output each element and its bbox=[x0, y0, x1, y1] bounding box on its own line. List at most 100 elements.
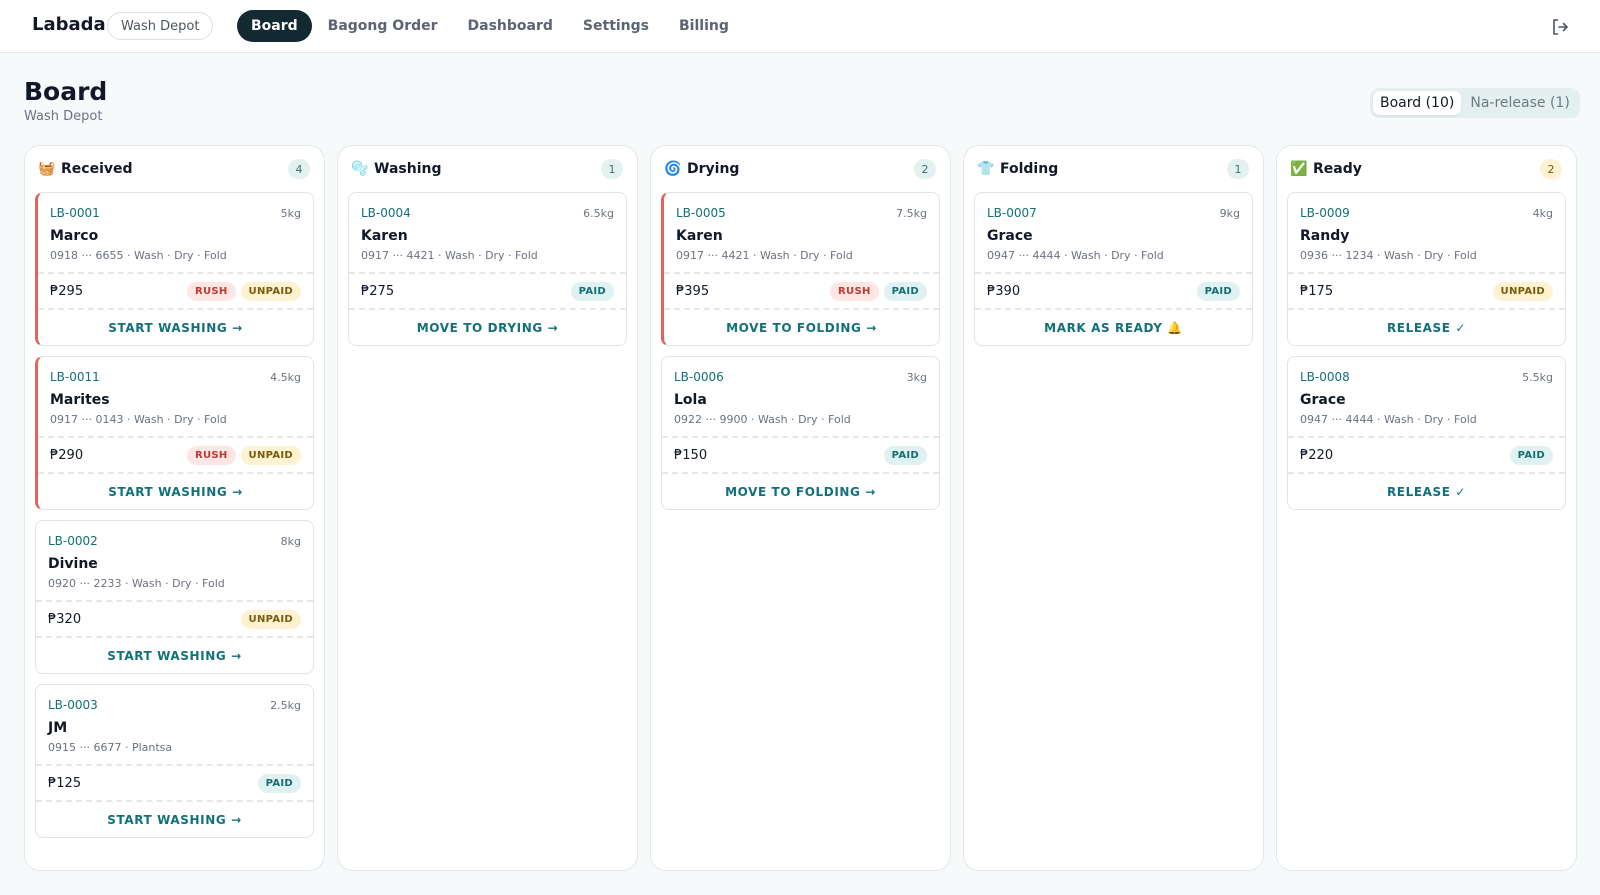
payment-status-badge[interactable]: PAID bbox=[257, 773, 301, 793]
shop-selector[interactable]: Wash Depot bbox=[107, 12, 214, 40]
payment-status-badge[interactable]: UNPAID bbox=[240, 445, 301, 465]
basket-icon: 🧺 bbox=[38, 161, 56, 177]
rush-badge: RUSH bbox=[186, 445, 236, 465]
nav-tab-billing[interactable]: Billing bbox=[665, 10, 743, 42]
nav-tab-dashboard[interactable]: Dashboard bbox=[454, 10, 567, 42]
order-meta: 0917 ··· 0143 · Wash · Dry · Fold bbox=[50, 413, 227, 426]
order-card[interactable]: LB-0009 4kg Randy 0936 ··· 1234 · Wash · Dr… bbox=[1287, 192, 1566, 346]
order-id[interactable]: LB-0011 bbox=[50, 370, 100, 384]
payment-status-badge[interactable]: PAID bbox=[1509, 445, 1553, 465]
order-meta: 0917 ··· 4421 · Wash · Dry · Fold bbox=[676, 249, 853, 262]
advance-status-button[interactable]: START WASHING → bbox=[38, 472, 313, 509]
order-id[interactable]: LB-0007 bbox=[987, 206, 1037, 220]
order-card[interactable]: LB-0007 9kg Grace 0947 ··· 4444 · Wash · Dr… bbox=[974, 192, 1253, 346]
order-weight: 2.5kg bbox=[270, 698, 301, 712]
order-card[interactable]: LB-0003 2.5kg JM 0915 ··· 6677 · Plantsa ₱12… bbox=[35, 684, 314, 838]
order-card[interactable]: LB-0002 8kg Divine 0920 ··· 2233 · Wash · D… bbox=[35, 520, 314, 674]
order-id[interactable]: LB-0001 bbox=[50, 206, 100, 220]
column-header: 👕 Folding 1 bbox=[974, 158, 1253, 180]
order-weight: 8kg bbox=[280, 534, 301, 548]
view-board-button[interactable]: Board (10) bbox=[1373, 91, 1462, 115]
rush-badge: RUSH bbox=[830, 281, 879, 301]
order-id[interactable]: LB-0008 bbox=[1300, 370, 1350, 384]
order-weight: 4.5kg bbox=[270, 370, 301, 384]
payment-status-badge[interactable]: UNPAID bbox=[240, 281, 301, 301]
view-released-button[interactable]: Na-release (1) bbox=[1463, 91, 1576, 115]
order-card[interactable]: LB-0001 5kg Marco 0918 ··· 6655 · Wash · Dr… bbox=[35, 192, 314, 346]
advance-status-button[interactable]: START WASHING → bbox=[38, 308, 313, 345]
order-meta: 0947 ··· 4444 · Wash · Dry · Fold bbox=[987, 249, 1164, 262]
order-id[interactable]: LB-0003 bbox=[48, 698, 98, 712]
order-weight: 5kg bbox=[280, 206, 301, 220]
order-id[interactable]: LB-0009 bbox=[1300, 206, 1350, 220]
column-header: 🧺 Received 4 bbox=[35, 158, 314, 180]
advance-status-button[interactable]: MOVE TO FOLDING → bbox=[664, 308, 939, 345]
column-count-badge: 2 bbox=[914, 159, 936, 179]
order-price: ₱290 bbox=[50, 447, 84, 463]
bubbles-icon: 🫧 bbox=[351, 161, 369, 177]
order-card[interactable]: LB-0005 7.5kg Karen 0917 ··· 4421 · Wash · … bbox=[661, 192, 940, 346]
order-card[interactable]: LB-0004 6.5kg Karen 0917 ··· 4421 · Wash · … bbox=[348, 192, 627, 346]
column-header: 🌀 Drying 2 bbox=[661, 158, 940, 180]
order-price: ₱320 bbox=[48, 611, 82, 627]
column-header: 🫧 Washing 1 bbox=[348, 158, 627, 180]
column-received: 🧺 Received 4 LB-0001 5kg Marco 0918 ··· 6655 ·… bbox=[24, 145, 325, 871]
order-id[interactable]: LB-0002 bbox=[48, 534, 98, 548]
customer-name: Lola bbox=[674, 392, 707, 408]
column-title: Drying bbox=[687, 161, 740, 177]
payment-status-badge[interactable]: PAID bbox=[570, 281, 614, 301]
column-washing: 🫧 Washing 1 LB-0004 6.5kg Karen 0917 ··· 4421 … bbox=[337, 145, 638, 871]
logout-icon[interactable] bbox=[1550, 17, 1570, 37]
column-ready: ✅ Ready 2 LB-0009 4kg Randy 0936 ··· 1234 · Wa… bbox=[1276, 145, 1577, 871]
rush-badge: RUSH bbox=[186, 281, 236, 301]
order-card[interactable]: LB-0006 3kg Lola 0922 ··· 9900 · Wash · Dry… bbox=[661, 356, 940, 510]
advance-status-button[interactable]: MARK AS READY 🔔 bbox=[975, 308, 1252, 345]
advance-status-button[interactable]: MOVE TO DRYING → bbox=[349, 308, 626, 345]
column-count-badge: 1 bbox=[1227, 159, 1249, 179]
column-folding: 👕 Folding 1 LB-0007 9kg Grace 0947 ··· 4444 · … bbox=[963, 145, 1264, 871]
column-count-badge: 2 bbox=[1540, 159, 1562, 179]
order-card[interactable]: LB-0008 5.5kg Grace 0947 ··· 4444 · Wash · … bbox=[1287, 356, 1566, 510]
advance-status-button[interactable]: RELEASE ✓ bbox=[1288, 472, 1565, 509]
nav-tab-board[interactable]: Board bbox=[237, 10, 312, 42]
column-drying: 🌀 Drying 2 LB-0005 7.5kg Karen 0917 ··· 4421 ·… bbox=[650, 145, 951, 871]
top-nav-bar: Labada Wash Depot Board Bagong Order Das… bbox=[0, 0, 1600, 53]
column-title: Ready bbox=[1313, 161, 1362, 177]
advance-status-button[interactable]: RELEASE ✓ bbox=[1288, 308, 1565, 345]
order-meta: 0947 ··· 4444 · Wash · Dry · Fold bbox=[1300, 413, 1477, 426]
customer-name: Randy bbox=[1300, 228, 1350, 244]
order-card[interactable]: LB-0011 4.5kg Marites 0917 ··· 0143 · Wash … bbox=[35, 356, 314, 510]
nav-tab-settings[interactable]: Settings bbox=[569, 10, 663, 42]
kanban-board: 🧺 Received 4 LB-0001 5kg Marco 0918 ··· 6655 ·… bbox=[24, 145, 1577, 871]
check-mark-icon: ✅ bbox=[1290, 161, 1308, 177]
customer-name: Karen bbox=[676, 228, 723, 244]
column-count-badge: 1 bbox=[601, 159, 623, 179]
order-price: ₱220 bbox=[1300, 447, 1334, 463]
payment-status-badge[interactable]: PAID bbox=[883, 281, 927, 301]
customer-name: Grace bbox=[1300, 392, 1346, 408]
page-subtitle: Wash Depot bbox=[24, 109, 103, 124]
column-header: ✅ Ready 2 bbox=[1287, 158, 1566, 180]
payment-status-badge[interactable]: PAID bbox=[1196, 281, 1240, 301]
payment-status-badge[interactable]: UNPAID bbox=[240, 609, 301, 629]
customer-name: Divine bbox=[48, 556, 98, 572]
column-title: Washing bbox=[374, 161, 442, 177]
order-meta: 0918 ··· 6655 · Wash · Dry · Fold bbox=[50, 249, 227, 262]
order-id[interactable]: LB-0005 bbox=[676, 206, 726, 220]
page-title: Board bbox=[24, 77, 108, 106]
advance-status-button[interactable]: START WASHING → bbox=[36, 636, 313, 673]
order-meta: 0936 ··· 1234 · Wash · Dry · Fold bbox=[1300, 249, 1477, 262]
advance-status-button[interactable]: MOVE TO FOLDING → bbox=[662, 472, 939, 509]
order-id[interactable]: LB-0004 bbox=[361, 206, 411, 220]
payment-status-badge[interactable]: PAID bbox=[883, 445, 927, 465]
order-id[interactable]: LB-0006 bbox=[674, 370, 724, 384]
view-toggle: Board (10) Na-release (1) bbox=[1370, 88, 1580, 118]
order-weight: 4kg bbox=[1532, 206, 1553, 220]
nav-tab-bagong-order[interactable]: Bagong Order bbox=[314, 10, 452, 42]
column-title: Folding bbox=[1000, 161, 1059, 177]
advance-status-button[interactable]: START WASHING → bbox=[36, 800, 313, 837]
app-brand[interactable]: Labada bbox=[32, 14, 106, 35]
payment-status-badge[interactable]: UNPAID bbox=[1492, 281, 1553, 301]
order-weight: 7.5kg bbox=[896, 206, 927, 220]
order-meta: 0915 ··· 6677 · Plantsa bbox=[48, 741, 173, 754]
